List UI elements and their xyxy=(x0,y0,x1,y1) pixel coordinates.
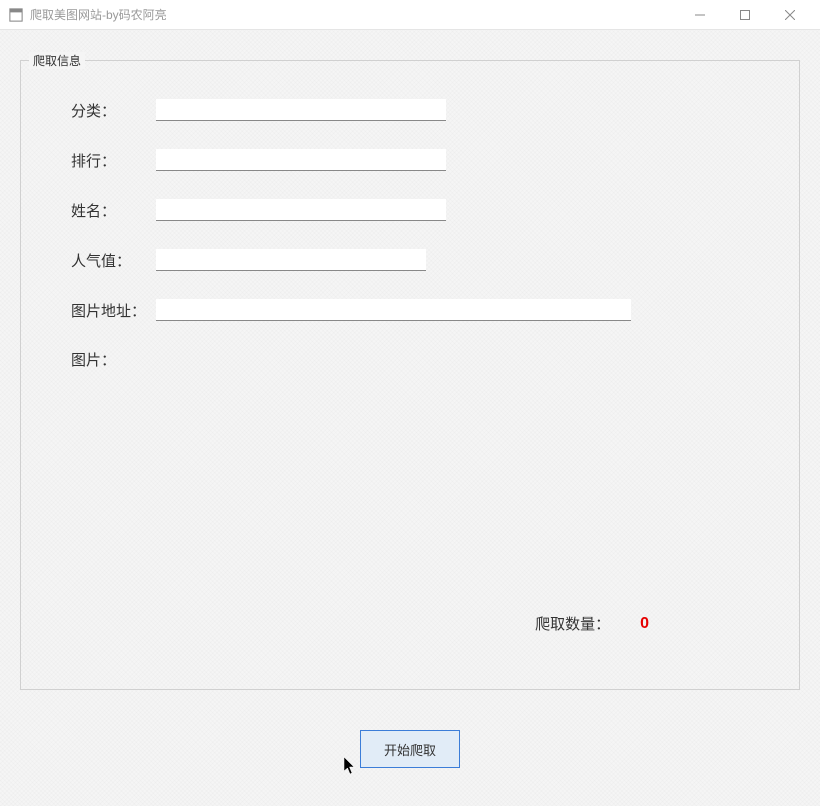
titlebar[interactable]: 爬取美图网站-by码农阿亮 xyxy=(0,0,820,30)
app-icon xyxy=(8,7,24,23)
crawl-info-groupbox: 爬取信息 分类： 排行： 姓名： 人气值： 图片地址： xyxy=(20,60,800,690)
groupbox-title: 爬取信息 xyxy=(29,52,85,69)
row-name: 姓名： xyxy=(71,199,769,221)
row-image-url: 图片地址： xyxy=(71,299,769,321)
client-area: 爬取信息 分类： 排行： 姓名： 人气值： 图片地址： xyxy=(0,30,820,806)
app-window: 爬取美图网站-by码农阿亮 爬取信息 分类： 排行： xyxy=(0,0,820,806)
label-category: 分类： xyxy=(71,100,156,121)
label-ranking: 排行： xyxy=(71,150,156,171)
input-name[interactable] xyxy=(156,199,446,221)
row-image: 图片： xyxy=(71,349,769,370)
label-name: 姓名： xyxy=(71,200,156,221)
row-ranking: 排行： xyxy=(71,149,769,171)
window-title: 爬取美图网站-by码农阿亮 xyxy=(30,6,677,23)
label-image-url: 图片地址： xyxy=(71,300,156,321)
maximize-button[interactable] xyxy=(722,1,767,29)
button-area: 开始爬取 xyxy=(20,730,800,768)
input-category[interactable] xyxy=(156,99,446,121)
label-popularity: 人气值： xyxy=(71,250,156,271)
value-count: 0 xyxy=(640,615,649,633)
minimize-button[interactable] xyxy=(677,1,722,29)
close-button[interactable] xyxy=(767,1,812,29)
input-popularity[interactable] xyxy=(156,249,426,271)
input-ranking[interactable] xyxy=(156,149,446,171)
label-count: 爬取数量： xyxy=(535,613,610,634)
window-controls xyxy=(677,1,812,29)
start-button-label: 开始爬取 xyxy=(384,740,436,759)
input-image-url[interactable] xyxy=(156,299,631,321)
label-image: 图片： xyxy=(71,349,156,370)
start-crawl-button[interactable]: 开始爬取 xyxy=(360,730,460,768)
row-popularity: 人气值： xyxy=(71,249,769,271)
row-category: 分类： xyxy=(71,99,769,121)
row-count: 爬取数量： 0 xyxy=(535,613,649,634)
